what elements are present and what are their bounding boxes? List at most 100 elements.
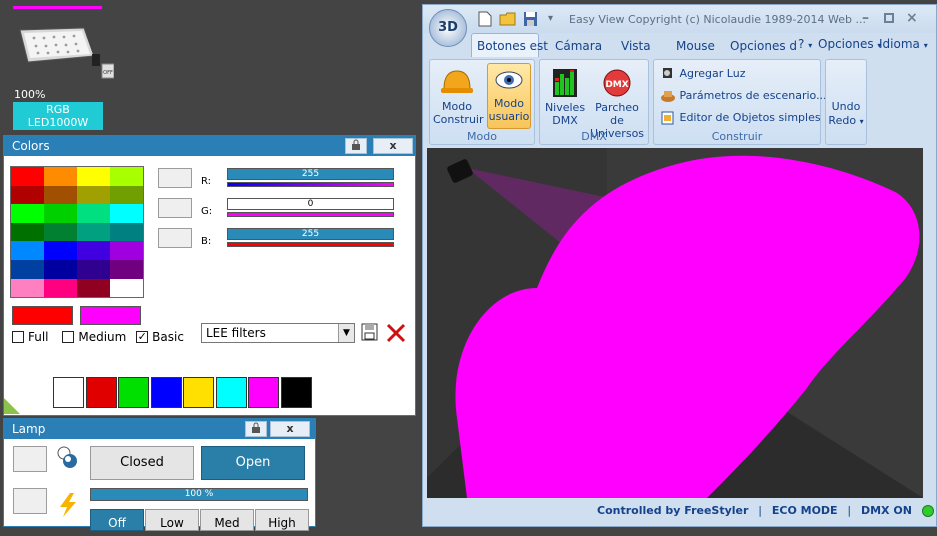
editor-objetos-item[interactable]: Editor de Objetos simples <box>660 110 821 126</box>
3d-viewport[interactable] <box>427 148 923 498</box>
closed-button[interactable]: Closed <box>90 446 194 480</box>
redo-button[interactable]: Redo ▾ <box>826 114 866 128</box>
palette-swatch[interactable] <box>110 278 143 298</box>
quick-color-swatch[interactable] <box>215 377 247 408</box>
palette-swatch[interactable] <box>44 241 77 260</box>
niveles-dmx-button[interactable]: Niveles DMX <box>542 68 588 127</box>
tab-help[interactable]: ? ▾ <box>798 37 812 51</box>
minimize-icon[interactable]: – <box>862 10 869 26</box>
open-folder-icon[interactable] <box>499 11 517 30</box>
palette-swatch[interactable] <box>110 204 143 223</box>
palette-swatch[interactable] <box>77 185 110 205</box>
open-button[interactable]: Open <box>201 446 305 480</box>
chevron-down-icon[interactable]: ▼ <box>338 324 354 342</box>
parametros-escenario-item[interactable]: Parámetros de escenario... <box>660 88 827 104</box>
tab-opciones[interactable]: Opciones ▾ <box>818 37 881 51</box>
status-dmx[interactable]: DMX ON <box>861 504 912 517</box>
led-fixture-icon[interactable]: OFF <box>14 26 115 86</box>
green-channel-button[interactable] <box>158 198 192 218</box>
shutter-button[interactable] <box>13 446 47 472</box>
palette-swatch[interactable] <box>77 260 110 279</box>
quick-access-dropdown-icon[interactable]: ▾ <box>548 13 553 24</box>
full-checkbox-box[interactable] <box>12 330 24 343</box>
maximize-icon[interactable] <box>884 13 894 23</box>
lamp-panel-header[interactable]: Lamp x <box>4 419 315 439</box>
blue-value-bar[interactable]: 255 <box>227 228 394 240</box>
modo-construir-button[interactable]: Modo Construir <box>433 65 484 126</box>
quick-color-swatch[interactable] <box>118 377 149 408</box>
tab-vista[interactable]: Vista <box>621 39 651 53</box>
dimmer-button[interactable] <box>13 488 47 514</box>
palette-swatch[interactable] <box>11 278 44 298</box>
green-value-bar[interactable]: 0 <box>227 198 394 210</box>
palette-swatch[interactable] <box>110 185 143 205</box>
current-color-a[interactable] <box>12 306 73 325</box>
palette-swatch[interactable] <box>110 222 143 242</box>
palette-swatch[interactable] <box>77 167 110 186</box>
palette-swatch[interactable] <box>44 260 77 279</box>
tab-botones[interactable]: Botones est <box>477 39 548 53</box>
palette-swatch[interactable] <box>77 222 110 242</box>
palette-swatch[interactable] <box>11 241 44 260</box>
basic-checkbox[interactable]: ✓ Basic <box>136 330 184 344</box>
palette-swatch[interactable] <box>11 222 44 242</box>
tab-camara[interactable]: Cámara <box>555 39 602 53</box>
palette-swatch[interactable] <box>44 204 77 223</box>
fixture-label[interactable]: RGB LED1000W <box>13 102 103 130</box>
agregar-luz-item[interactable]: Agregar Luz <box>660 66 745 82</box>
palette-swatch[interactable] <box>77 241 110 260</box>
green-gradient-slider[interactable] <box>227 212 394 217</box>
medium-checkbox-box[interactable] <box>62 330 75 343</box>
current-color-b[interactable] <box>80 306 141 325</box>
blue-gradient-slider[interactable] <box>227 242 394 247</box>
filter-select[interactable]: LEE filters ▼ <box>201 323 355 343</box>
lamp-mode-high[interactable]: High <box>255 509 309 531</box>
palette-swatch[interactable] <box>11 204 44 223</box>
red-value-bar[interactable]: 255 <box>227 168 394 180</box>
dimmer-bar[interactable]: 100 % <box>90 488 308 501</box>
palette-swatch[interactable] <box>44 167 77 186</box>
quick-color-swatch[interactable] <box>85 377 117 408</box>
red-gradient-slider[interactable] <box>227 182 394 187</box>
undo-button[interactable]: Undo <box>826 100 866 113</box>
palette-swatch[interactable] <box>11 260 44 279</box>
app-logo-3d-button[interactable]: 3D <box>429 9 467 47</box>
palette-swatch[interactable] <box>77 204 110 223</box>
quick-color-swatch[interactable] <box>280 377 312 408</box>
red-channel-button[interactable] <box>158 168 192 188</box>
quick-color-swatch[interactable] <box>150 377 182 408</box>
tab-opciones-d[interactable]: Opciones d <box>730 39 797 53</box>
full-checkbox[interactable]: Full <box>12 330 49 344</box>
pin-lock-icon[interactable] <box>345 138 367 154</box>
basic-checkbox-box[interactable]: ✓ <box>136 330 149 343</box>
save-file-icon[interactable] <box>523 11 538 30</box>
palette-swatch[interactable] <box>77 278 110 298</box>
lamp-mode-off[interactable]: Off <box>90 509 144 531</box>
palette-swatch[interactable] <box>110 260 143 279</box>
palette-swatch[interactable] <box>44 185 77 205</box>
palette-swatch[interactable] <box>11 185 44 205</box>
palette-swatch[interactable] <box>44 278 77 298</box>
colors-panel-header[interactable]: Colors x <box>4 136 415 156</box>
quick-color-swatch[interactable] <box>183 377 214 408</box>
tab-mouse[interactable]: Mouse <box>676 39 715 53</box>
modo-usuario-button[interactable]: Modo usuario <box>487 63 531 129</box>
new-file-icon[interactable] <box>478 11 492 30</box>
resize-grip-icon[interactable] <box>4 396 24 419</box>
lamp-pin-lock-icon[interactable] <box>245 421 267 437</box>
close-window-icon[interactable]: × <box>906 10 918 26</box>
palette-swatch[interactable] <box>11 167 44 186</box>
quick-color-swatch[interactable] <box>248 377 279 408</box>
blue-channel-button[interactable] <box>158 228 192 248</box>
quick-color-swatch[interactable] <box>53 377 84 408</box>
easy-view-titlebar[interactable]: 3D ▾ Easy View Copyright (c) Nicolaudie … <box>423 5 936 47</box>
tab-idioma[interactable]: Idioma ▾ <box>879 37 928 51</box>
palette-swatch[interactable] <box>110 167 143 186</box>
palette-swatch[interactable] <box>110 241 143 260</box>
delete-icon[interactable] <box>385 322 407 347</box>
palette-swatch[interactable] <box>44 222 77 242</box>
lamp-close-button[interactable]: x <box>270 421 310 437</box>
medium-checkbox[interactable]: Medium <box>62 330 126 344</box>
save-icon[interactable] <box>361 323 378 344</box>
lamp-mode-med[interactable]: Med <box>200 509 254 531</box>
